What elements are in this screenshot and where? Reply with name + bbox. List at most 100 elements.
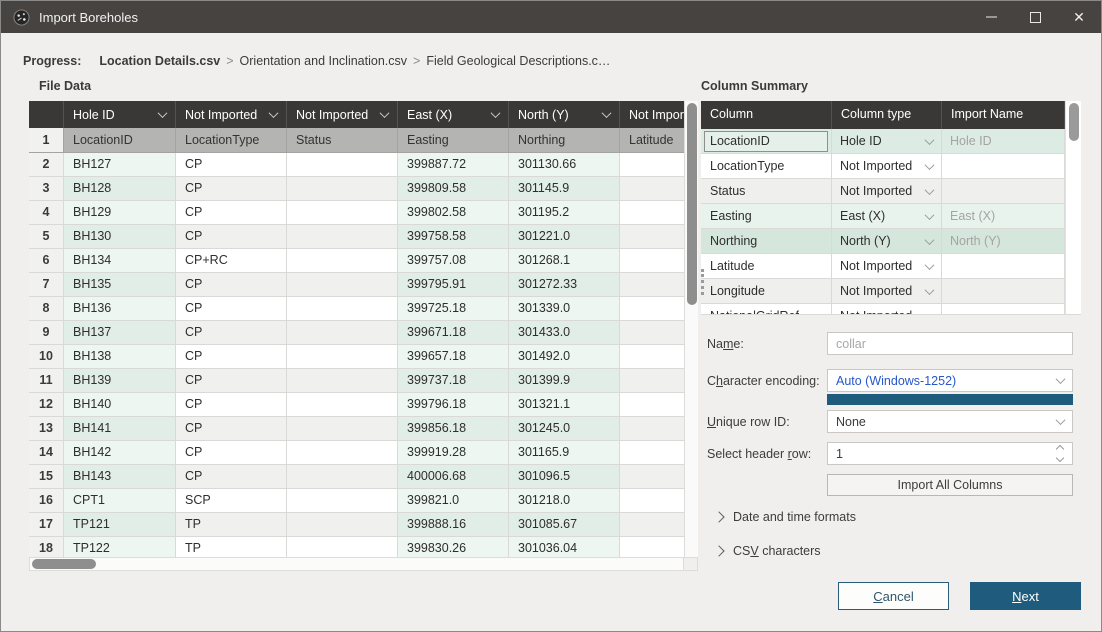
next-button[interactable]: Next — [970, 582, 1081, 610]
cancel-button[interactable]: Cancel — [838, 582, 949, 610]
minimize-icon — [986, 16, 997, 18]
character-encoding-select[interactable]: Auto (Windows-1252) — [827, 369, 1073, 392]
file-cell: BH128 — [64, 177, 176, 201]
file-table-row: 4 BH129 CP 399802.58 301195.2 — [29, 201, 698, 225]
summary-column-type-dropdown[interactable]: Not Imported — [832, 254, 942, 279]
summary-import-name-cell[interactable] — [942, 279, 1065, 304]
window-title: Import Boreholes — [39, 10, 969, 25]
file-cell — [287, 273, 398, 297]
summary-import-name-cell[interactable]: East (X) — [942, 204, 1065, 229]
import-all-columns-button[interactable]: Import All Columns — [827, 474, 1073, 496]
file-cell: 301165.9 — [509, 441, 620, 465]
file-cell: 301492.0 — [509, 345, 620, 369]
summary-column-type-dropdown[interactable]: Not Imported — [832, 154, 942, 179]
file-cell: 301145.9 — [509, 177, 620, 201]
csv-characters-expander[interactable]: CSV characters — [715, 544, 821, 558]
csv-header-cell: LocationType — [176, 128, 287, 153]
summary-column-type-dropdown[interactable]: Not Imported — [832, 279, 942, 304]
file-cell: CP — [176, 153, 287, 177]
file-column-header-dropdown[interactable]: Not Imported — [287, 101, 398, 128]
scrollbar-thumb[interactable] — [687, 103, 697, 305]
summary-column-cell[interactable]: Northing — [701, 229, 832, 254]
date-time-formats-expander[interactable]: Date and time formats — [715, 510, 856, 524]
row-number: 14 — [29, 441, 64, 465]
summary-import-name-cell[interactable]: North (Y) — [942, 229, 1065, 254]
file-cell — [287, 393, 398, 417]
close-button[interactable]: ✕ — [1057, 1, 1101, 33]
summary-column-type-dropdown[interactable]: Not Imported — [832, 304, 942, 315]
file-table-row: 10 BH138 CP 399657.18 301492.0 — [29, 345, 698, 369]
file-cell: 399657.18 — [398, 345, 509, 369]
file-cell: CP — [176, 345, 287, 369]
file-cell: BH135 — [64, 273, 176, 297]
file-table-row: 7 BH135 CP 399795.91 301272.33 — [29, 273, 698, 297]
file-cell: 301245.0 — [509, 417, 620, 441]
encoding-progress-bar — [827, 394, 1073, 405]
file-column-header-dropdown[interactable]: Hole ID — [64, 101, 176, 128]
file-column-header-dropdown[interactable]: East (X) — [398, 101, 509, 128]
file-cell — [287, 369, 398, 393]
summary-column-name: Northing — [704, 231, 828, 252]
column-summary-title: Column Summary — [701, 79, 808, 93]
chevron-down-icon — [269, 108, 279, 118]
summary-vertical-scrollbar[interactable] — [1065, 101, 1081, 315]
summary-column-cell[interactable]: Latitude — [701, 254, 832, 279]
summary-import-name-cell[interactable]: Hole ID — [942, 129, 1065, 154]
file-cell — [287, 225, 398, 249]
file-table-vertical-scrollbar[interactable] — [684, 101, 698, 557]
column-type-value: Not Imported — [840, 259, 912, 273]
file-cell — [287, 297, 398, 321]
column-type-value: North (Y) — [840, 234, 891, 248]
summary-column-type-dropdown[interactable]: Not Imported — [832, 179, 942, 204]
summary-import-name-cell[interactable] — [942, 179, 1065, 204]
summary-column-type-dropdown[interactable]: North (Y) — [832, 229, 942, 254]
stepper-arrows[interactable] — [1057, 446, 1063, 461]
header-row-stepper[interactable]: 1 — [827, 442, 1073, 465]
name-placeholder: collar — [836, 337, 1064, 351]
chevron-down-icon — [1056, 374, 1066, 384]
file-cell: CP — [176, 201, 287, 225]
summary-column-cell[interactable]: LocationType — [701, 154, 832, 179]
summary-column-type-dropdown[interactable]: East (X) — [832, 204, 942, 229]
select-header-row-label: Select header row: — [707, 447, 811, 461]
chevron-right-icon — [713, 511, 724, 522]
summary-column-type-dropdown[interactable]: Hole ID — [832, 129, 942, 154]
summary-column-cell[interactable]: Easting — [701, 204, 832, 229]
pane-splitter-handle[interactable] — [701, 269, 704, 295]
unique-row-id-value: None — [836, 415, 1057, 429]
summary-column-name: LocationType — [704, 156, 828, 177]
summary-import-name-cell[interactable] — [942, 154, 1065, 179]
column-type-value: Not Imported — [840, 309, 912, 315]
file-table-horizontal-scrollbar[interactable] — [29, 557, 684, 571]
scrollbar-thumb[interactable] — [32, 559, 96, 569]
file-cell: 301195.2 — [509, 201, 620, 225]
summary-column-cell[interactable]: LocationID — [701, 129, 832, 154]
breadcrumb-step-current: Location Details.csv — [99, 54, 220, 68]
row-number: 6 — [29, 249, 64, 273]
file-header-corner — [29, 101, 64, 128]
file-table-row: 6 BH134 CP+RC 399757.08 301268.1 — [29, 249, 698, 273]
summary-column-cell[interactable]: NationalGridRef — [701, 304, 832, 315]
file-column-header-dropdown[interactable]: Not Imported — [176, 101, 287, 128]
column-header-label: Not Imported — [185, 102, 257, 128]
file-cell — [287, 177, 398, 201]
unique-row-id-select[interactable]: None — [827, 410, 1073, 433]
summary-import-name-cell[interactable] — [942, 304, 1065, 315]
row-number: 4 — [29, 201, 64, 225]
minimize-button[interactable] — [969, 1, 1013, 33]
maximize-button[interactable] — [1013, 1, 1057, 33]
row-number: 1 — [29, 128, 64, 153]
file-table-row: 5 BH130 CP 399758.58 301221.0 — [29, 225, 698, 249]
summary-header-row: Column Column type Import Name — [701, 101, 1065, 129]
summary-column-cell[interactable]: Status — [701, 179, 832, 204]
summary-column-cell[interactable]: Longitude — [701, 279, 832, 304]
name-input[interactable]: collar — [827, 332, 1073, 355]
scrollbar-thumb[interactable] — [1069, 103, 1079, 141]
summary-import-name-cell[interactable] — [942, 254, 1065, 279]
file-cell: BH127 — [64, 153, 176, 177]
file-cell: TP — [176, 537, 287, 557]
file-table-row: 13 BH141 CP 399856.18 301245.0 — [29, 417, 698, 441]
file-cell — [287, 249, 398, 273]
file-cell: 301321.1 — [509, 393, 620, 417]
file-column-header-dropdown[interactable]: North (Y) — [509, 101, 620, 128]
